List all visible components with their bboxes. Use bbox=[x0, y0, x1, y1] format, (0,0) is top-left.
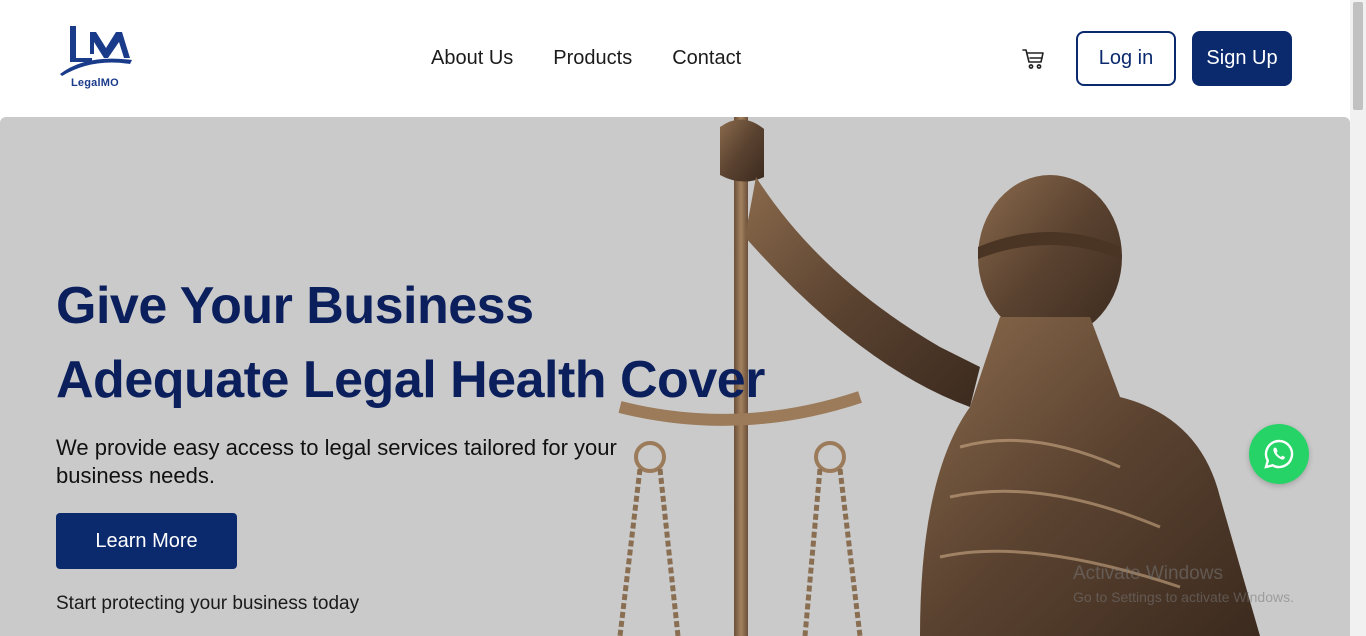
learn-more-button[interactable]: Learn More bbox=[56, 513, 237, 569]
hero-note: Start protecting your business today bbox=[56, 593, 360, 614]
page: LegalMO About Us Products Contact Log in… bbox=[0, 0, 1366, 636]
nav-item-about-us[interactable]: About Us bbox=[431, 46, 513, 70]
login-button[interactable]: Log in bbox=[1076, 31, 1176, 86]
brand-logo[interactable]: LegalMO bbox=[56, 24, 136, 92]
hero-subtitle: We provide easy access to legal services… bbox=[56, 435, 617, 488]
site-header: LegalMO About Us Products Contact Log in… bbox=[0, 0, 1350, 117]
whatsapp-chat-button[interactable] bbox=[1249, 424, 1309, 484]
hero-title-line1: Give Your Business bbox=[56, 277, 534, 335]
scrollbar-thumb[interactable] bbox=[1353, 2, 1363, 110]
main-nav: About Us Products Contact bbox=[431, 46, 741, 70]
hero-title: Give Your Business Adequate Legal Health… bbox=[56, 269, 816, 417]
nav-item-contact[interactable]: Contact bbox=[672, 46, 741, 70]
hero-title-line2: Adequate Legal Health Cover bbox=[56, 351, 765, 409]
windows-activation-watermark-subtitle: Go to Settings to activate Windows. bbox=[1073, 589, 1294, 605]
vertical-scrollbar[interactable] bbox=[1350, 0, 1366, 636]
windows-activation-watermark-title: Activate Windows bbox=[1073, 563, 1223, 584]
nav-item-products[interactable]: Products bbox=[553, 46, 632, 70]
hero-section: Give Your Business Adequate Legal Health… bbox=[0, 117, 1350, 636]
legalmo-logo-icon bbox=[60, 26, 132, 76]
whatsapp-icon bbox=[1264, 439, 1294, 469]
signup-button[interactable]: Sign Up bbox=[1192, 31, 1292, 86]
cart-icon[interactable] bbox=[1022, 48, 1046, 70]
brand-name: LegalMO bbox=[71, 77, 119, 89]
